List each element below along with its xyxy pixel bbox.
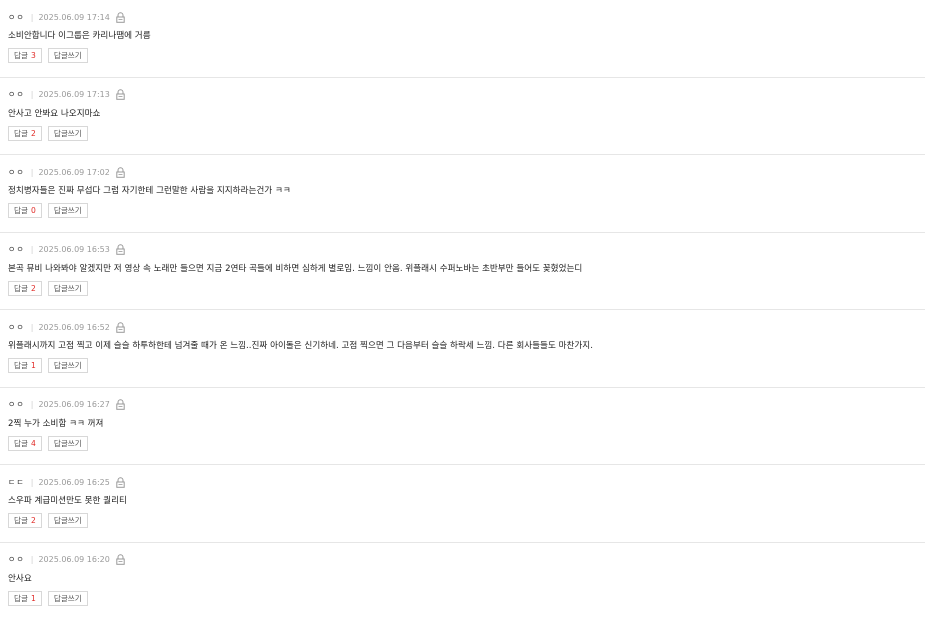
comment-author: ㅇㅇ bbox=[8, 167, 25, 178]
comment-text: 2찍 누가 소비함 ㅋㅋ 꺼져 bbox=[8, 418, 925, 430]
lock-icon bbox=[116, 477, 125, 488]
comment-actions: 답글2 답글쓰기 bbox=[8, 513, 925, 528]
reply-toggle-button[interactable]: 답글1 bbox=[8, 358, 42, 373]
comment-actions: 답글3 답글쓰기 bbox=[8, 48, 925, 63]
reply-count: 3 bbox=[31, 51, 36, 60]
reply-toggle-button[interactable]: 답글4 bbox=[8, 436, 42, 451]
comment-item: ㅇㅇ | 2025.06.09 16:53 본곡 뮤비 나와봐야 알겠지만 저 … bbox=[0, 233, 925, 311]
reply-toggle-button[interactable]: 답글2 bbox=[8, 513, 42, 528]
meta-separator: | bbox=[31, 478, 34, 487]
lock-icon bbox=[116, 12, 125, 23]
comment-date: 2025.06.09 16:53 bbox=[38, 245, 109, 254]
reply-count: 2 bbox=[31, 516, 36, 525]
lock-icon bbox=[116, 167, 125, 178]
meta-separator: | bbox=[31, 555, 34, 564]
comment-author: ㅇㅇ bbox=[8, 322, 25, 333]
lock-icon bbox=[116, 89, 125, 100]
reply-label: 답글 bbox=[14, 438, 28, 449]
comment-text: 스우파 계급미션만도 못한 퀄리티 bbox=[8, 495, 925, 507]
reply-label: 답글 bbox=[14, 128, 28, 139]
write-reply-button[interactable]: 답글쓰기 bbox=[48, 591, 88, 606]
comment-item: ㅇㅇ | 2025.06.09 17:14 소비안합니다 이그룹은 카리나땜에 … bbox=[0, 0, 925, 78]
comment-date: 2025.06.09 17:02 bbox=[38, 168, 109, 177]
comment-meta: ㄷㄷ | 2025.06.09 16:25 bbox=[8, 475, 925, 489]
comment-text: 위플래시까지 고점 찍고 이제 슬슬 하투하한테 넘겨줄 때가 온 느낌..진짜… bbox=[8, 340, 925, 352]
reply-label: 답글 bbox=[14, 593, 28, 604]
comment-text: 본곡 뮤비 나와봐야 알겠지만 저 영상 속 노래만 들으면 지금 2연타 곡들… bbox=[8, 263, 925, 275]
reply-toggle-button[interactable]: 답글1 bbox=[8, 591, 42, 606]
reply-count: 2 bbox=[31, 129, 36, 138]
write-reply-button[interactable]: 답글쓰기 bbox=[48, 203, 88, 218]
reply-count: 4 bbox=[31, 439, 36, 448]
reply-toggle-button[interactable]: 답글2 bbox=[8, 281, 42, 296]
comment-author: ㅇㅇ bbox=[8, 399, 25, 410]
comment-meta: ㅇㅇ | 2025.06.09 17:02 bbox=[8, 165, 925, 179]
comment-author: ㅇㅇ bbox=[8, 554, 25, 565]
reply-toggle-button[interactable]: 답글3 bbox=[8, 48, 42, 63]
comment-text: 정치병자들은 진짜 무섭다 그럼 자기한테 그런말한 사람을 지지하라는건가 ㅋ… bbox=[8, 185, 925, 197]
comment-item: ㅇㅇ | 2025.06.09 17:13 안사고 안봐요 나오지마쇼 답글2 … bbox=[0, 78, 925, 156]
reply-label: 답글 bbox=[14, 515, 28, 526]
comment-actions: 답글4 답글쓰기 bbox=[8, 436, 925, 451]
reply-label: 답글 bbox=[14, 283, 28, 294]
lock-icon bbox=[116, 322, 125, 333]
comment-meta: ㅇㅇ | 2025.06.09 16:53 bbox=[8, 243, 925, 257]
comment-text: 안사고 안봐요 나오지마쇼 bbox=[8, 108, 925, 120]
comment-author: ㅇㅇ bbox=[8, 12, 25, 23]
meta-separator: | bbox=[31, 13, 34, 22]
comment-item: ㅇㅇ | 2025.06.09 16:20 안사요 답글1 답글쓰기 bbox=[0, 543, 925, 620]
write-reply-button[interactable]: 답글쓰기 bbox=[48, 281, 88, 296]
comment-actions: 답글2 답글쓰기 bbox=[8, 126, 925, 141]
comment-text: 안사요 bbox=[8, 573, 925, 585]
write-reply-button[interactable]: 답글쓰기 bbox=[48, 513, 88, 528]
reply-count: 1 bbox=[31, 361, 36, 370]
reply-count: 1 bbox=[31, 594, 36, 603]
comment-meta: ㅇㅇ | 2025.06.09 16:20 bbox=[8, 553, 925, 567]
comment-meta: ㅇㅇ | 2025.06.09 16:52 bbox=[8, 320, 925, 334]
comment-item: ㅇㅇ | 2025.06.09 16:52 위플래시까지 고점 찍고 이제 슬슬… bbox=[0, 310, 925, 388]
comment-meta: ㅇㅇ | 2025.06.09 17:13 bbox=[8, 88, 925, 102]
meta-separator: | bbox=[31, 168, 34, 177]
comment-meta: ㅇㅇ | 2025.06.09 16:27 bbox=[8, 398, 925, 412]
lock-icon bbox=[116, 399, 125, 410]
comment-author: ㅇㅇ bbox=[8, 244, 25, 255]
comment-actions: 답글2 답글쓰기 bbox=[8, 281, 925, 296]
reply-count: 0 bbox=[31, 206, 36, 215]
comment-date: 2025.06.09 16:25 bbox=[38, 478, 109, 487]
comment-author: ㄷㄷ bbox=[8, 477, 25, 488]
reply-label: 답글 bbox=[14, 50, 28, 61]
comment-meta: ㅇㅇ | 2025.06.09 17:14 bbox=[8, 10, 925, 24]
comment-date: 2025.06.09 17:13 bbox=[38, 90, 109, 99]
lock-icon bbox=[116, 554, 125, 565]
comment-date: 2025.06.09 17:14 bbox=[38, 13, 109, 22]
reply-toggle-button[interactable]: 답글2 bbox=[8, 126, 42, 141]
comment-item: ㅇㅇ | 2025.06.09 16:27 2찍 누가 소비함 ㅋㅋ 꺼져 답글… bbox=[0, 388, 925, 466]
write-reply-button[interactable]: 답글쓰기 bbox=[48, 436, 88, 451]
comment-item: ㄷㄷ | 2025.06.09 16:25 스우파 계급미션만도 못한 퀄리티 … bbox=[0, 465, 925, 543]
comment-actions: 답글0 답글쓰기 bbox=[8, 203, 925, 218]
comment-item: ㅇㅇ | 2025.06.09 17:02 정치병자들은 진짜 무섭다 그럼 자… bbox=[0, 155, 925, 233]
comment-author: ㅇㅇ bbox=[8, 89, 25, 100]
meta-separator: | bbox=[31, 245, 34, 254]
comment-actions: 답글1 답글쓰기 bbox=[8, 358, 925, 373]
write-reply-button[interactable]: 답글쓰기 bbox=[48, 358, 88, 373]
meta-separator: | bbox=[31, 400, 34, 409]
reply-label: 답글 bbox=[14, 205, 28, 216]
meta-separator: | bbox=[31, 90, 34, 99]
reply-count: 2 bbox=[31, 284, 36, 293]
reply-label: 답글 bbox=[14, 360, 28, 371]
lock-icon bbox=[116, 244, 125, 255]
write-reply-button[interactable]: 답글쓰기 bbox=[48, 126, 88, 141]
comment-actions: 답글1 답글쓰기 bbox=[8, 591, 925, 606]
comment-date: 2025.06.09 16:20 bbox=[38, 555, 109, 564]
comment-text: 소비안합니다 이그룹은 카리나땜에 거름 bbox=[8, 30, 925, 42]
meta-separator: | bbox=[31, 323, 34, 332]
comment-list: ㅇㅇ | 2025.06.09 17:14 소비안합니다 이그룹은 카리나땜에 … bbox=[0, 0, 925, 620]
comment-date: 2025.06.09 16:27 bbox=[38, 400, 109, 409]
write-reply-button[interactable]: 답글쓰기 bbox=[48, 48, 88, 63]
comment-date: 2025.06.09 16:52 bbox=[38, 323, 109, 332]
reply-toggle-button[interactable]: 답글0 bbox=[8, 203, 42, 218]
